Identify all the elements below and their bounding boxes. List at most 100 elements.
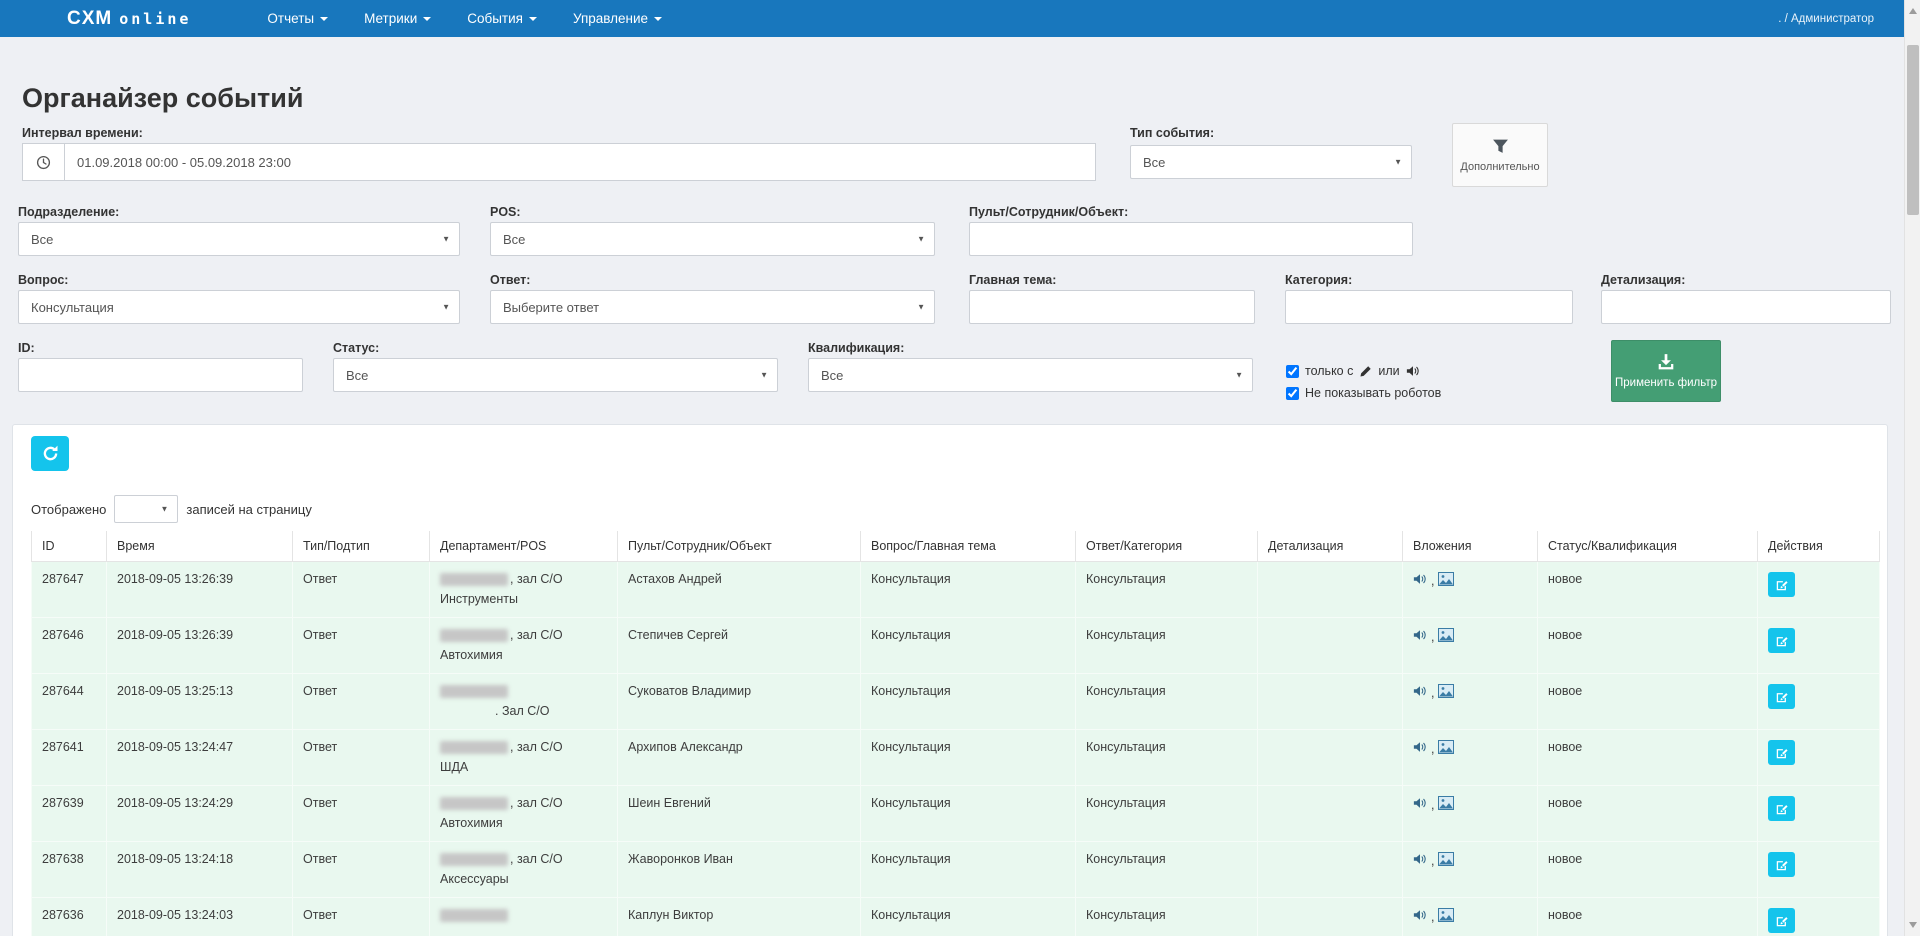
- edit-event-button[interactable]: [1768, 796, 1795, 821]
- cell-time: 2018-09-05 13:24:18: [107, 842, 293, 898]
- pos-select-wrap: Все: [490, 222, 935, 256]
- audio-attachment-icon[interactable]: [1413, 684, 1427, 701]
- menu-events[interactable]: События: [449, 1, 555, 36]
- column-header: Вложения: [1403, 531, 1538, 562]
- event-type-label: Тип события:: [1130, 126, 1214, 140]
- top-navbar: CXM online Отчеты Метрики События Управл…: [0, 0, 1904, 37]
- cell-actions: [1758, 618, 1880, 674]
- status-label: Статус:: [333, 341, 379, 355]
- audio-attachment-icon[interactable]: [1413, 740, 1427, 757]
- division-select-wrap: Все: [18, 222, 460, 256]
- cell-answer: Консультация: [1076, 786, 1258, 842]
- image-attachment-icon[interactable]: [1438, 908, 1454, 925]
- console-employee-label: Пульт/Сотрудник/Объект:: [969, 205, 1128, 219]
- cell-status: новое: [1538, 898, 1758, 936]
- results-panel: Отображено записей на страницу IDВремяТи…: [12, 424, 1888, 936]
- vertical-scrollbar[interactable]: [1904, 0, 1920, 936]
- edit-event-button[interactable]: [1768, 628, 1795, 653]
- edit-event-button[interactable]: [1768, 572, 1795, 597]
- qualification-select[interactable]: Все: [808, 358, 1253, 392]
- status-select-wrap: Все: [333, 358, 778, 392]
- table-row: 287641 2018-09-05 13:24:47 Ответ , зал С…: [32, 730, 1880, 786]
- detail-input[interactable]: [1601, 290, 1891, 324]
- table-header-row: IDВремяТип/ПодтипДепартамент/POSПульт/Со…: [32, 531, 1880, 562]
- pencil-icon: [1359, 365, 1372, 378]
- console-employee-input[interactable]: [969, 222, 1413, 256]
- cell-department: , зал С/О Инструменты: [430, 562, 618, 618]
- apply-filter-button[interactable]: Применить фильтр: [1611, 340, 1721, 402]
- advanced-filters-button[interactable]: Дополнительно: [1452, 123, 1548, 187]
- edit-event-button[interactable]: [1768, 852, 1795, 877]
- status-select[interactable]: Все: [333, 358, 778, 392]
- image-attachment-icon[interactable]: [1438, 684, 1454, 701]
- cell-answer: Консультация: [1076, 842, 1258, 898]
- column-header: Тип/Подтип: [293, 531, 430, 562]
- audio-attachment-icon[interactable]: [1413, 572, 1427, 589]
- main-topic-label: Главная тема:: [969, 273, 1056, 287]
- column-header: Пульт/Сотрудник/Объект: [618, 531, 861, 562]
- speaker-icon: [1406, 364, 1420, 378]
- current-user[interactable]: . / Администратор: [1778, 0, 1874, 37]
- cell-answer: Консультация: [1076, 618, 1258, 674]
- refresh-button[interactable]: [31, 436, 69, 471]
- menu-reports[interactable]: Отчеты: [249, 1, 346, 36]
- cell-type: Ответ: [293, 898, 430, 936]
- event-type-select-wrap: Все: [1130, 145, 1412, 179]
- chevron-down-icon: [320, 17, 328, 21]
- cell-actions: [1758, 786, 1880, 842]
- interval-input[interactable]: [64, 143, 1096, 181]
- per-page-select[interactable]: [114, 495, 178, 523]
- image-attachment-icon[interactable]: [1438, 740, 1454, 757]
- department-suffix: , зал С/О: [510, 572, 563, 586]
- cell-department: , зал С/О Автохимия: [430, 786, 618, 842]
- audio-attachment-icon[interactable]: [1413, 628, 1427, 645]
- audio-attachment-icon[interactable]: [1413, 796, 1427, 813]
- cell-status: новое: [1538, 786, 1758, 842]
- cell-id: 287641: [32, 730, 107, 786]
- cell-question: Консультация: [861, 562, 1076, 618]
- edit-event-button[interactable]: [1768, 740, 1795, 765]
- audio-attachment-icon[interactable]: [1413, 852, 1427, 869]
- attachment-separator: ,: [1431, 742, 1434, 756]
- filter-funnel-icon: [1492, 138, 1509, 155]
- id-input[interactable]: [18, 358, 303, 392]
- only-with-attachments-checkbox-row[interactable]: только с или: [1286, 364, 1420, 378]
- menu-metrics[interactable]: Метрики: [346, 1, 449, 36]
- event-type-select[interactable]: Все: [1130, 145, 1412, 179]
- cell-id: 287639: [32, 786, 107, 842]
- scroll-up-arrow-icon[interactable]: [1909, 8, 1917, 14]
- cell-question: Консультация: [861, 786, 1076, 842]
- cell-type: Ответ: [293, 674, 430, 730]
- division-select[interactable]: Все: [18, 222, 460, 256]
- category-input[interactable]: [1285, 290, 1573, 324]
- hide-robots-checkbox[interactable]: [1286, 387, 1299, 400]
- cell-department: [430, 898, 618, 936]
- image-attachment-icon[interactable]: [1438, 796, 1454, 813]
- chevron-down-icon: [654, 17, 662, 21]
- audio-attachment-icon[interactable]: [1413, 908, 1427, 925]
- image-attachment-icon[interactable]: [1438, 852, 1454, 869]
- cell-employee: Жаворонков Иван: [618, 842, 861, 898]
- table-row: 287639 2018-09-05 13:24:29 Ответ , зал С…: [32, 786, 1880, 842]
- main-topic-input[interactable]: [969, 290, 1255, 324]
- scroll-down-arrow-icon[interactable]: [1909, 922, 1917, 928]
- menu-management[interactable]: Управление: [555, 1, 680, 36]
- interval-input-group: [22, 143, 1096, 181]
- image-attachment-icon[interactable]: [1438, 628, 1454, 645]
- answer-select[interactable]: Выберите ответ: [490, 290, 935, 324]
- pos-select[interactable]: Все: [490, 222, 935, 256]
- refresh-icon: [42, 445, 59, 462]
- edit-event-button[interactable]: [1768, 684, 1795, 709]
- question-select[interactable]: Консультация: [18, 290, 460, 324]
- hide-robots-checkbox-row[interactable]: Не показывать роботов: [1286, 386, 1441, 400]
- cell-time: 2018-09-05 13:25:13: [107, 674, 293, 730]
- app-logo[interactable]: CXM online: [67, 8, 191, 30]
- cell-employee: Степичев Сергей: [618, 618, 861, 674]
- cell-detail: [1258, 618, 1403, 674]
- scrollbar-thumb[interactable]: [1907, 45, 1919, 215]
- cell-employee: Суковатов Владимир: [618, 674, 861, 730]
- only-with-attachments-checkbox[interactable]: [1286, 365, 1299, 378]
- cell-type: Ответ: [293, 786, 430, 842]
- edit-event-button[interactable]: [1768, 908, 1795, 933]
- image-attachment-icon[interactable]: [1438, 572, 1454, 589]
